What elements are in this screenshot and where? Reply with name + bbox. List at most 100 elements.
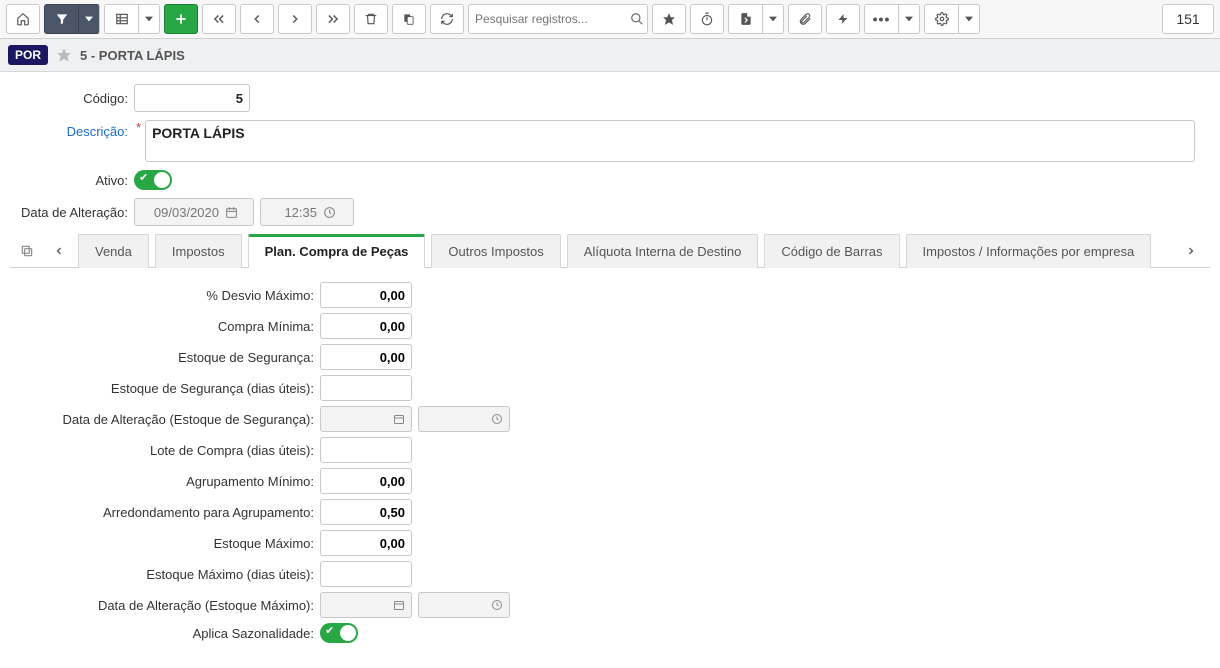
chevron-left-icon bbox=[53, 245, 65, 257]
export-dropdown-button[interactable] bbox=[762, 4, 784, 34]
tabs-next[interactable] bbox=[1178, 234, 1204, 267]
row-codigo: Código: bbox=[10, 84, 1210, 112]
ellipsis-icon: ••• bbox=[873, 11, 891, 27]
row-est-seg: Estoque de Segurança: bbox=[20, 344, 1200, 370]
est-seg-dias-field[interactable] bbox=[320, 375, 412, 401]
tabs-copy-icon[interactable] bbox=[16, 234, 38, 267]
tabs-prev[interactable] bbox=[46, 234, 72, 267]
row-agrup-min: Agrupamento Mínimo: bbox=[20, 468, 1200, 494]
first-button[interactable] bbox=[202, 4, 236, 34]
est-max-field[interactable] bbox=[320, 530, 412, 556]
view-dropdown-button[interactable] bbox=[138, 4, 160, 34]
chevron-right-icon bbox=[1185, 245, 1197, 257]
compra-min-field[interactable] bbox=[320, 313, 412, 339]
favorite-button[interactable] bbox=[652, 4, 686, 34]
caret-down-icon bbox=[145, 15, 153, 23]
data-alteracao-date[interactable]: 09/03/2020 bbox=[134, 198, 254, 226]
date-value: 09/03/2020 bbox=[141, 205, 219, 220]
more-button[interactable]: ••• bbox=[864, 4, 898, 34]
data-alt-est-max-time[interactable] bbox=[418, 592, 510, 618]
required-marker: * bbox=[136, 120, 141, 135]
search-box[interactable] bbox=[468, 4, 648, 34]
data-alt-est-max-date[interactable] bbox=[320, 592, 412, 618]
est-seg-field[interactable] bbox=[320, 344, 412, 370]
stopwatch-icon bbox=[700, 12, 714, 26]
record-count: 151 bbox=[1162, 4, 1214, 34]
export-icon bbox=[739, 12, 753, 26]
home-icon bbox=[16, 12, 30, 26]
codigo-label: Código: bbox=[10, 91, 134, 106]
clock-icon bbox=[323, 206, 336, 219]
time-value: 12:35 bbox=[267, 205, 317, 220]
row-ativo: Ativo: bbox=[10, 170, 1210, 190]
row-data-alt-est-seg: Data de Alteração (Estoque de Segurança)… bbox=[20, 406, 1200, 432]
copy-button[interactable] bbox=[392, 4, 426, 34]
next-button[interactable] bbox=[278, 4, 312, 34]
filter-icon bbox=[55, 12, 69, 26]
tab-plan-compra[interactable]: Plan. Compra de Peças bbox=[248, 234, 426, 268]
data-alt-est-seg-date[interactable] bbox=[320, 406, 412, 432]
add-button[interactable] bbox=[164, 4, 198, 34]
action-button[interactable] bbox=[826, 4, 860, 34]
plus-icon bbox=[174, 12, 188, 26]
row-est-max-dias: Estoque Máximo (dias úteis): bbox=[20, 561, 1200, 587]
tab-outros-impostos[interactable]: Outros Impostos bbox=[431, 234, 560, 268]
data-alt-est-seg-label: Data de Alteração (Estoque de Segurança)… bbox=[20, 412, 320, 427]
caret-down-icon bbox=[85, 15, 93, 23]
calendar-icon bbox=[225, 206, 238, 219]
prev-button[interactable] bbox=[240, 4, 274, 34]
grid-view-button[interactable] bbox=[104, 4, 138, 34]
timer-button[interactable] bbox=[690, 4, 724, 34]
home-button[interactable] bbox=[6, 4, 40, 34]
tab-impostos[interactable]: Impostos bbox=[155, 234, 242, 268]
row-est-seg-dias: Estoque de Segurança (dias úteis): bbox=[20, 375, 1200, 401]
data-alteracao-time[interactable]: 12:35 bbox=[260, 198, 354, 226]
lote-compra-field[interactable] bbox=[320, 437, 412, 463]
bolt-icon bbox=[837, 12, 849, 26]
descricao-label[interactable]: Descrição: bbox=[10, 120, 134, 139]
tab-venda[interactable]: Venda bbox=[78, 234, 149, 268]
est-max-dias-field[interactable] bbox=[320, 561, 412, 587]
desvio-max-field[interactable] bbox=[320, 282, 412, 308]
compra-min-label: Compra Mínima: bbox=[20, 319, 320, 334]
main-toolbar: ••• 151 bbox=[0, 0, 1220, 39]
filter-dropdown-button[interactable] bbox=[78, 4, 100, 34]
tab-impostos-empresa[interactable]: Impostos / Informações por empresa bbox=[906, 234, 1152, 268]
last-button[interactable] bbox=[316, 4, 350, 34]
data-alt-est-seg-time[interactable] bbox=[418, 406, 510, 432]
tab-codigo-barras[interactable]: Código de Barras bbox=[764, 234, 899, 268]
filter-button[interactable] bbox=[44, 4, 78, 34]
est-seg-dias-label: Estoque de Segurança (dias úteis): bbox=[20, 381, 320, 396]
search-input[interactable] bbox=[475, 12, 630, 26]
sazonalidade-label: Aplica Sazonalidade: bbox=[20, 626, 320, 641]
arred-agrup-label: Arredondamento para Agrupamento: bbox=[20, 505, 320, 520]
export-button[interactable] bbox=[728, 4, 762, 34]
est-max-dias-label: Estoque Máximo (dias úteis): bbox=[20, 567, 320, 582]
filter-group bbox=[44, 4, 100, 34]
clock-icon bbox=[491, 413, 503, 425]
row-desvio-max: % Desvio Máximo: bbox=[20, 282, 1200, 308]
ativo-toggle[interactable] bbox=[134, 170, 172, 190]
settings-button[interactable] bbox=[924, 4, 958, 34]
data-alteracao-group: 09/03/2020 12:35 bbox=[134, 198, 354, 226]
caret-down-icon bbox=[905, 15, 913, 23]
settings-dropdown-button[interactable] bbox=[958, 4, 980, 34]
search-icon[interactable] bbox=[630, 12, 644, 26]
favorite-star-icon[interactable] bbox=[56, 47, 72, 63]
caret-down-icon bbox=[965, 15, 973, 23]
descricao-field[interactable] bbox=[145, 120, 1195, 162]
attach-button[interactable] bbox=[788, 4, 822, 34]
chevron-right-icon bbox=[288, 12, 302, 26]
sazonalidade-toggle[interactable] bbox=[320, 623, 358, 643]
view-group bbox=[104, 4, 160, 34]
lote-compra-label: Lote de Compra (dias úteis): bbox=[20, 443, 320, 458]
refresh-button[interactable] bbox=[430, 4, 464, 34]
more-dropdown-button[interactable] bbox=[898, 4, 920, 34]
codigo-field[interactable] bbox=[134, 84, 250, 112]
arred-agrup-field[interactable] bbox=[320, 499, 412, 525]
tab-aliquota[interactable]: Alíquota Interna de Destino bbox=[567, 234, 759, 268]
form-area: Código: Descrição: * Ativo: Data de Alte… bbox=[0, 72, 1220, 668]
grid-icon bbox=[115, 12, 129, 26]
delete-button[interactable] bbox=[354, 4, 388, 34]
agrup-min-field[interactable] bbox=[320, 468, 412, 494]
